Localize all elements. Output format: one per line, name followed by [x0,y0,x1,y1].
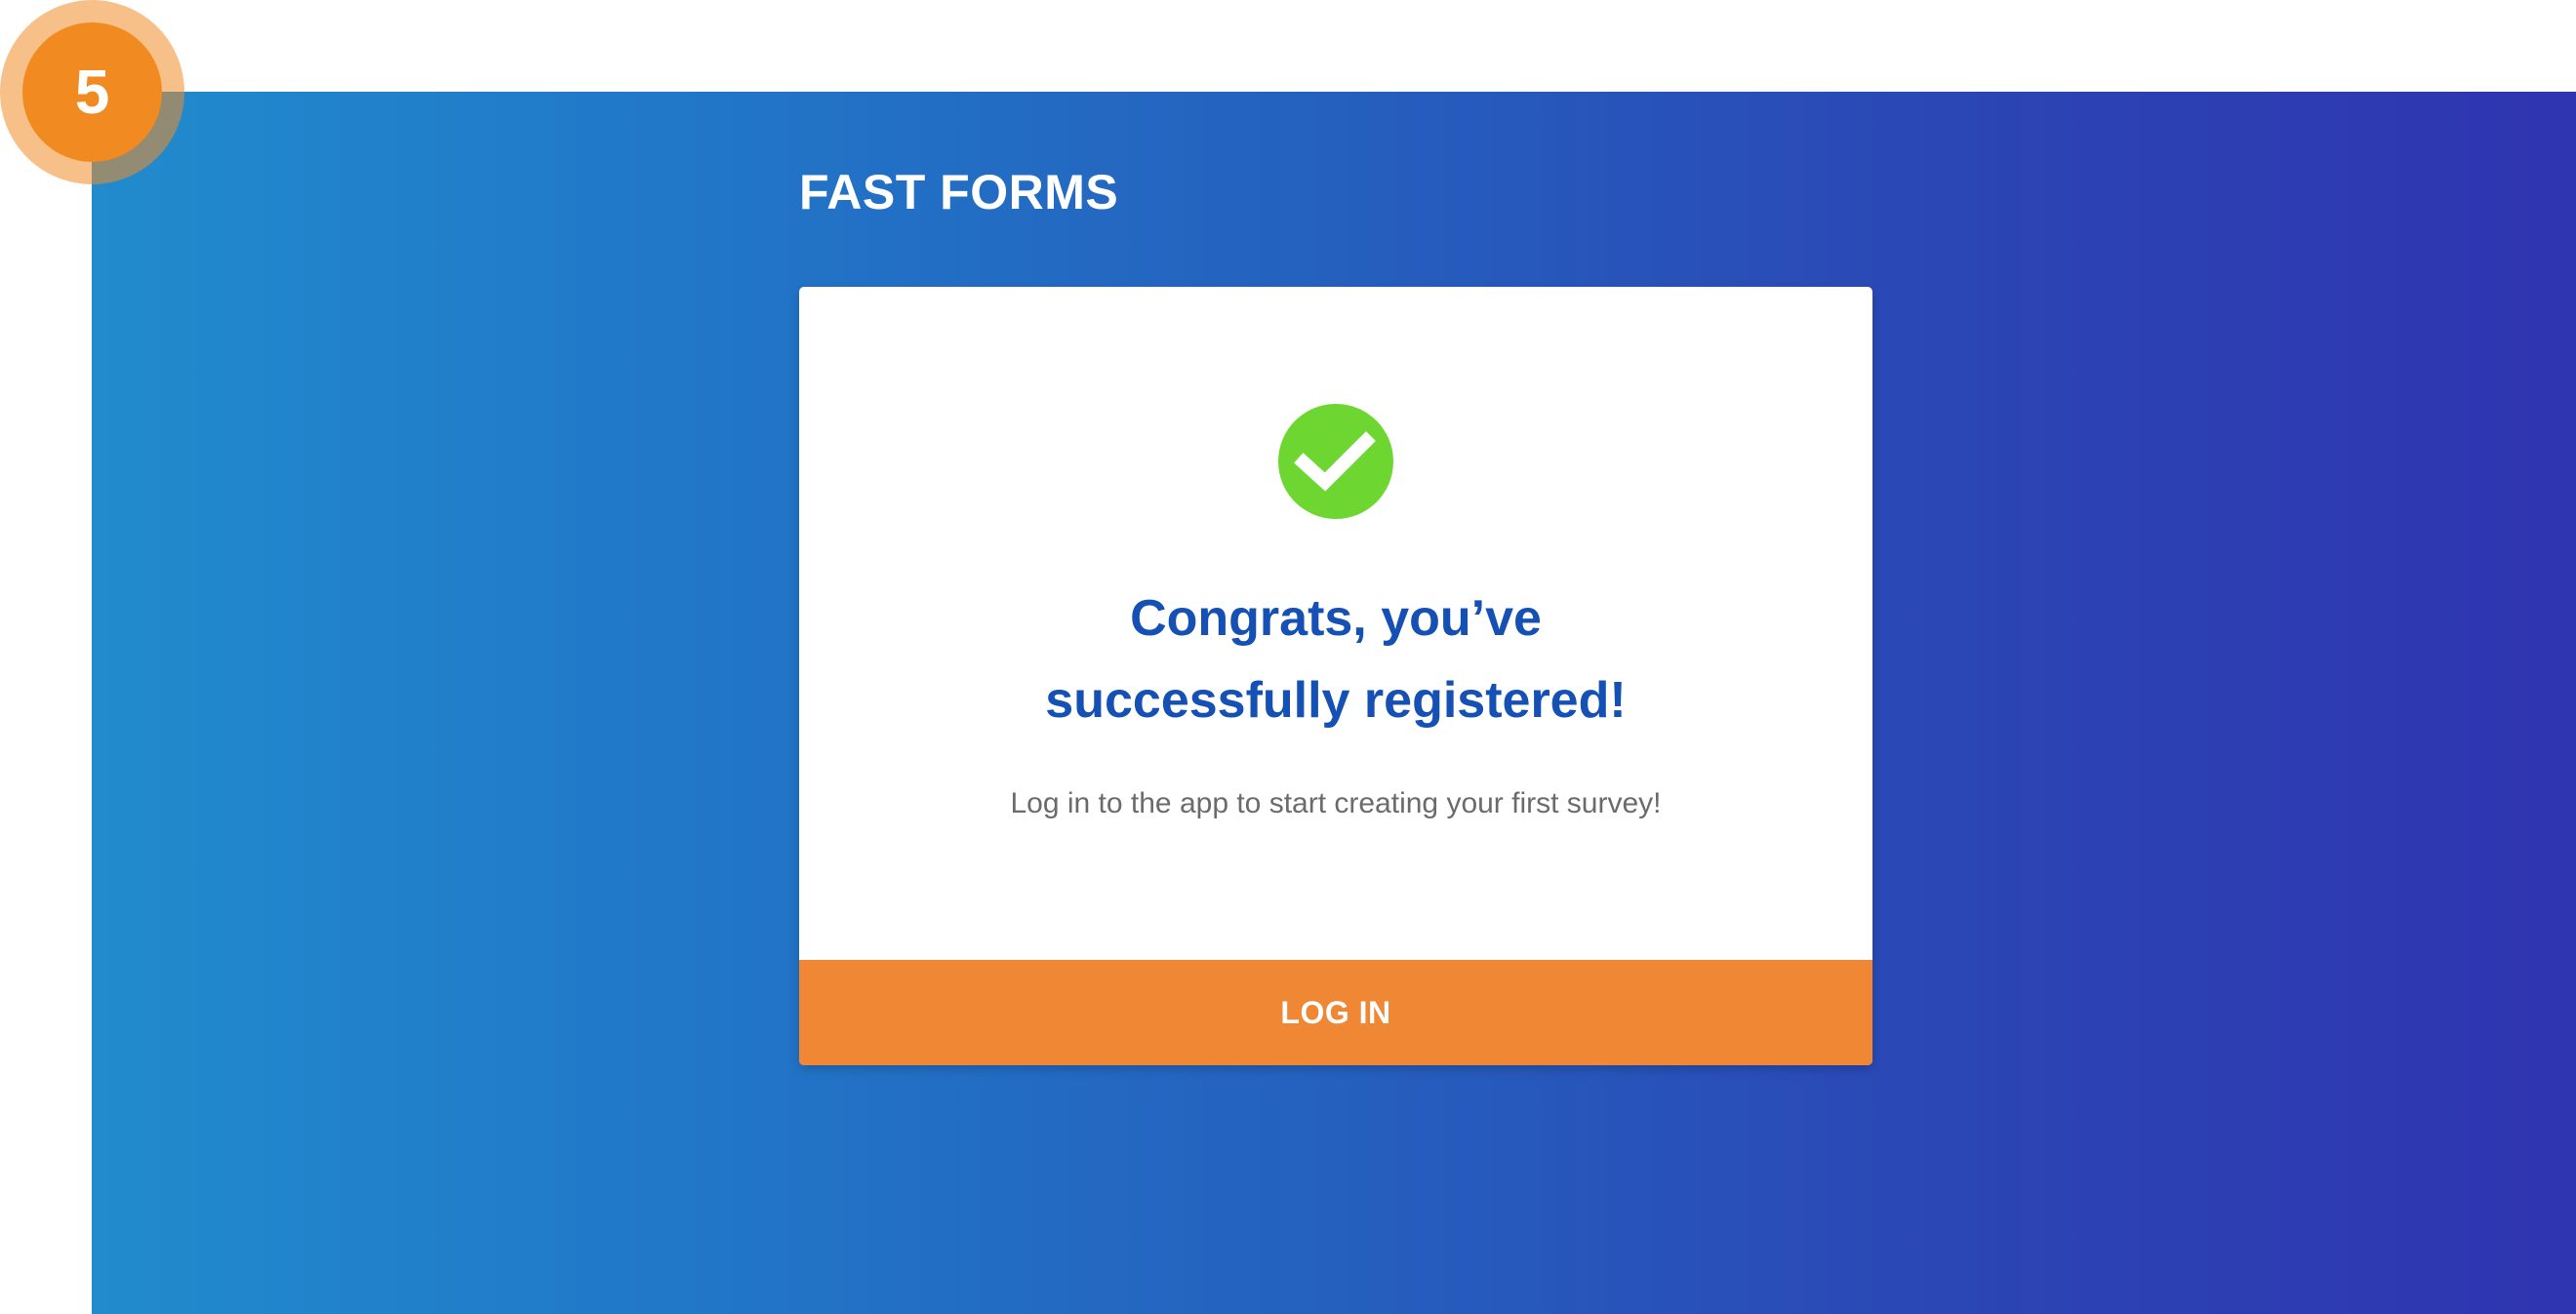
page: 5 FAST FORMS Congrats, you’ve successful… [0,0,2576,1314]
success-card: Congrats, you’ve successfully registered… [799,287,1872,1065]
success-heading-line1: Congrats, you’ve [1130,590,1542,647]
step-badge: 5 [22,22,162,162]
success-subtext: Log in to the app to start creating your… [1010,787,1662,819]
brand-title: FAST FORMS [799,165,1119,219]
success-heading-line2: successfully registered! [1045,672,1627,729]
success-heading: Congrats, you’ve successfully registered… [799,577,1872,741]
check-circle-icon [1278,404,1393,519]
login-button[interactable]: LOG IN [799,960,1872,1065]
checkmark-icon [1294,431,1376,492]
